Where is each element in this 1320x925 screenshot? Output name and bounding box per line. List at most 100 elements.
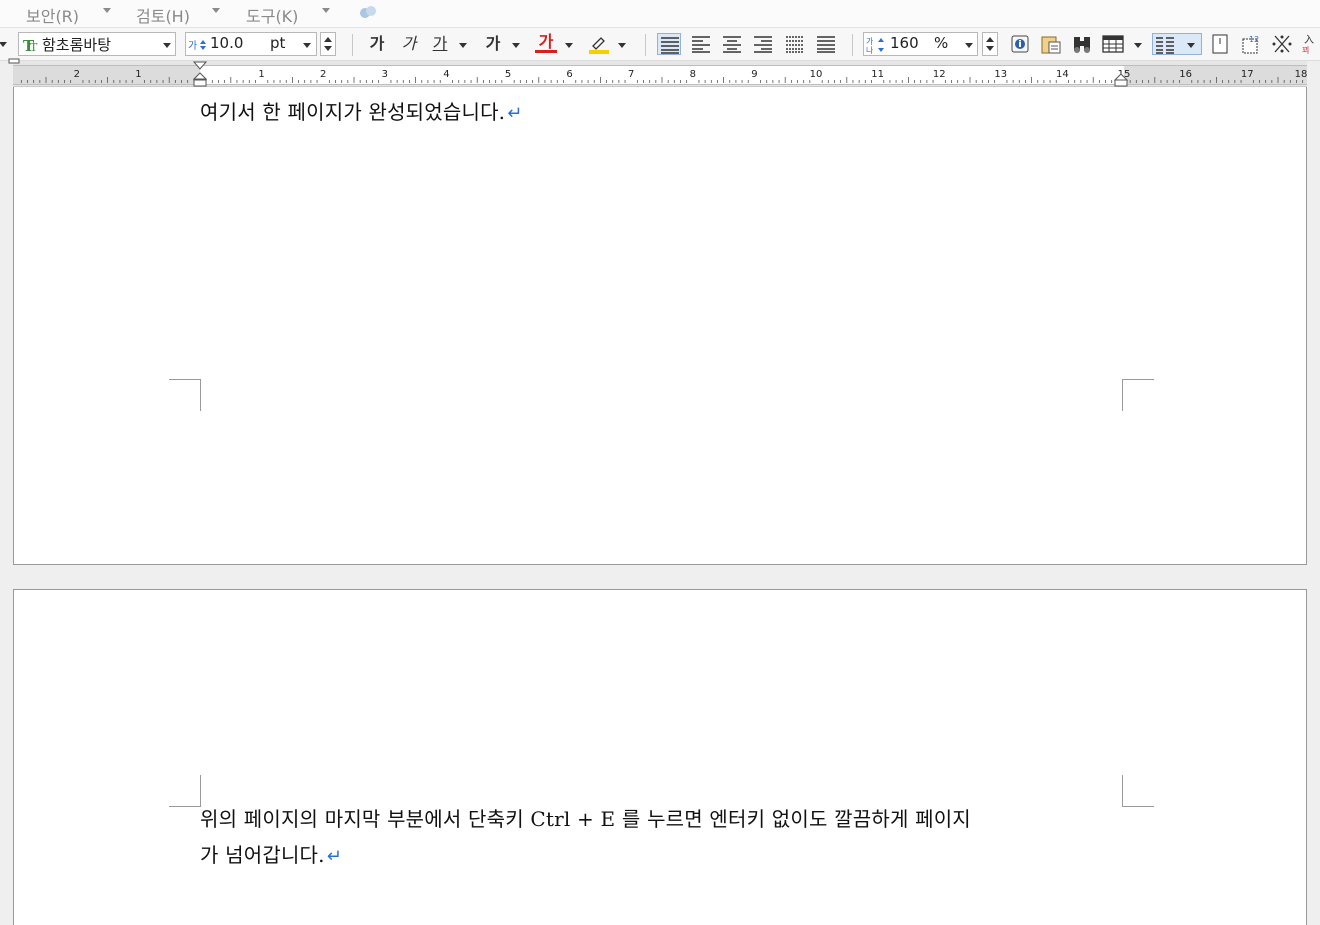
svg-text:가: 가 [188,40,197,52]
line-spacing-field[interactable]: 가 나 160 % [863,32,978,56]
page1-text-line[interactable]: 여기서 한 페이지가 완성되었습니다. ↵ [200,96,523,125]
quick-correct-button[interactable]: 入꾀 [1300,33,1320,55]
ruler-label: 11 [871,69,884,80]
paragraph-mark-icon: ↵ [326,846,343,867]
align-center-icon [723,36,741,53]
font-color-button[interactable]: 가 [535,33,557,53]
table-button[interactable] [1101,33,1125,55]
info-button[interactable] [1008,33,1032,55]
table-dropdown-icon[interactable] [1134,43,1142,48]
ruler-label: 17 [1241,69,1254,80]
table-icon [1102,35,1124,53]
quick-correct-icon: 入꾀 [1302,35,1314,55]
line-spacing-stepper[interactable] [982,32,998,56]
page-layout-button[interactable] [1208,33,1232,55]
svg-text:入: 入 [1304,35,1314,46]
ruler-label: 3 [382,69,388,80]
ruler-label: 6 [566,69,572,80]
bold-button[interactable]: 가 [366,33,388,55]
ruler-label: 8 [690,69,696,80]
page-number-button[interactable]: 12 [1239,33,1263,55]
font-size-value: 10.0 [210,34,244,52]
align-left-button[interactable] [689,33,713,55]
font-size-unit: pt [270,34,286,52]
line-spacing-value: 160 [890,34,919,52]
ruler-right-margin [1124,66,1307,84]
ruler-label: 2 [320,69,326,80]
ruler-label: 2 [74,69,80,80]
page-icon [1212,34,1228,54]
align-justify-button[interactable] [657,33,681,55]
toolbar-divider [352,34,353,56]
ruler-label: 16 [1179,69,1192,80]
italic-button[interactable]: 가 [398,33,420,55]
margin-corner-top-right [1122,775,1154,807]
ruler-label: 1 [135,69,141,80]
distribute-button[interactable] [783,33,807,55]
line-spacing-dropdown-icon[interactable] [965,43,973,48]
strikethrough-dropdown-icon[interactable] [512,43,520,48]
align-right-icon [754,36,772,53]
right-margin-marker-icon[interactable] [1114,73,1128,87]
menu-bar: 보안(R) 검토(H) 도구(K) [0,0,1320,27]
document-page-2[interactable]: 위의 페이지의 마지막 부분에서 단축키 Ctrl + E 를 누르면 엔터키 … [13,589,1307,925]
underline-dropdown-icon[interactable] [459,43,467,48]
menu-tools-dropdown-icon[interactable] [322,8,330,13]
highlight-button[interactable] [587,33,611,55]
menu-security[interactable]: 보안(R) [26,3,79,27]
font-name-select[interactable]: T T 함초롬바탕 [18,32,176,56]
ruler-label: 4 [443,69,449,80]
horizontal-ruler[interactable]: 2 1 1 2 3 4 5 6 7 8 9 10 11 12 13 14 15 16 17 18 [13,61,1307,87]
split-align-button[interactable] [814,33,838,55]
ruler-label: 5 [505,69,511,80]
info-icon [1011,35,1029,53]
underline-button[interactable]: 가 [429,33,451,55]
distribute-icon [786,36,804,53]
columns-dropdown-icon[interactable] [1187,43,1195,48]
find-button[interactable] [1070,33,1094,55]
columns-button[interactable] [1152,33,1202,55]
font-size-icon: 가 [188,40,206,52]
document-page-1[interactable]: 여기서 한 페이지가 완성되었습니다. ↵ [13,87,1307,565]
svg-text:꾀: 꾀 [1302,46,1309,55]
font-size-stepper[interactable] [320,32,336,56]
font-name-dropdown-icon[interactable] [163,43,171,48]
align-center-button[interactable] [720,33,744,55]
menu-review[interactable]: 검토(H) [136,3,190,27]
svg-text:나: 나 [866,46,874,54]
tab-type-icon[interactable] [8,57,22,65]
menu-security-dropdown-icon[interactable] [103,8,111,13]
word-processor-window: 보안(R) 검토(H) 도구(K) T T 함초롬바탕 가 10.0 pt 가 … [0,0,1320,925]
align-justify-icon [661,37,679,54]
svg-text:T: T [30,41,38,53]
strikethrough-button[interactable]: 가 [482,33,504,55]
margin-corner-bottom-right [1122,379,1154,411]
font-size-dropdown-icon[interactable] [303,43,311,48]
align-right-button[interactable] [751,33,775,55]
columns-icon [1156,37,1174,54]
paste-button[interactable] [1039,33,1063,55]
split-align-icon [817,36,835,53]
font-color-dropdown-icon[interactable] [565,43,573,48]
paragraph-mark-icon: ↵ [507,103,523,124]
line-spacing-unit: % [934,34,949,52]
ruler-left-margin [13,66,200,84]
page2-text-line-2[interactable]: 가 넘어갑니다. ↵ [200,839,342,868]
indent-marker-icon[interactable] [193,61,207,87]
highlight-dropdown-icon[interactable] [618,43,626,48]
font-size-field[interactable]: 가 10.0 pt [185,32,317,56]
align-left-icon [692,36,710,53]
page2-text-line-1[interactable]: 위의 페이지의 마지막 부분에서 단축키 Ctrl + E 를 누르면 엔터키 … [200,803,971,832]
margin-corner-top-left [169,775,201,807]
menu-help-icon[interactable] [358,4,378,22]
ruler-label: 10 [810,69,823,80]
reference-mark-button[interactable] [1270,33,1294,55]
ruler-label: 13 [994,69,1007,80]
line-spacing-icon: 가 나 [866,37,884,54]
ruler-label: 9 [751,69,757,80]
style-dropdown-icon[interactable] [0,42,7,47]
menu-tools[interactable]: 도구(K) [246,3,298,27]
toolbar-divider [852,34,853,56]
menu-review-dropdown-icon[interactable] [212,8,220,13]
ruler-scale: 2 1 1 2 3 4 5 6 7 8 9 10 11 12 13 14 15 16 17 18 [13,65,1307,85]
